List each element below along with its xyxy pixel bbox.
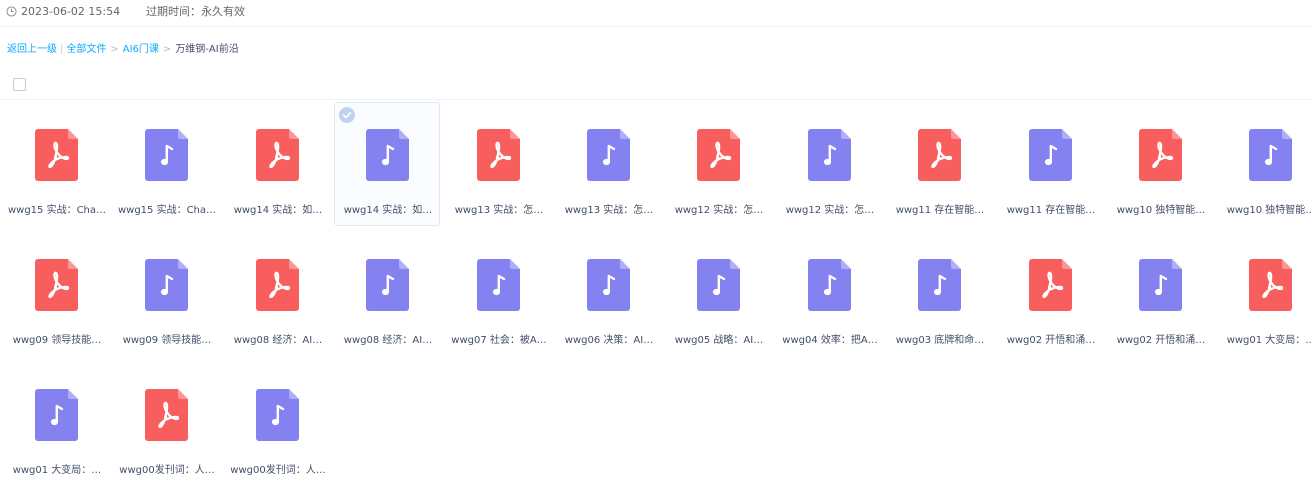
file-name: wwg13 实战：怎…: [454, 205, 544, 216]
file-item[interactable]: wwg03 底牌和命…: [886, 232, 992, 356]
file-item[interactable]: wwg00发刊词：人…: [224, 362, 330, 486]
breadcrumb-all-files[interactable]: 全部文件: [66, 44, 106, 55]
file-item[interactable]: wwg06 决策：AI…: [555, 232, 661, 356]
file-name: wwg12 实战：怎…: [674, 205, 764, 216]
file-name: wwg03 底牌和命…: [895, 335, 985, 346]
file-item[interactable]: wwg12 实战：怎…: [665, 102, 771, 226]
file-item[interactable]: wwg12 实战：怎…: [776, 102, 882, 226]
music-note-icon: [1139, 259, 1182, 311]
file-item[interactable]: wwg14 实战：如…: [334, 102, 440, 226]
pdf-icon: [697, 129, 740, 181]
file-name: wwg05 战略：AI…: [674, 335, 764, 346]
file-item[interactable]: wwg10 独特智能…: [1217, 102, 1312, 226]
breadcrumb-separator: |: [60, 44, 64, 55]
file-item[interactable]: wwg15 实战：Cha…: [113, 102, 219, 226]
file-name: wwg15 实战：Cha…: [7, 205, 107, 216]
file-item[interactable]: wwg05 战略：AI…: [665, 232, 771, 356]
music-note-icon: [808, 259, 851, 311]
file-item[interactable]: wwg13 实战：怎…: [555, 102, 661, 226]
file-item[interactable]: wwg15 实战：Cha…: [3, 102, 109, 226]
file-name: wwg09 领导技能…: [12, 335, 102, 346]
file-item[interactable]: wwg01 大变局：…: [3, 362, 109, 486]
file-name: wwg10 独特智能…: [1226, 205, 1312, 216]
file-item[interactable]: wwg00发刊词：人…: [113, 362, 219, 486]
file-name: wwg00发刊词：人…: [119, 465, 215, 476]
file-item[interactable]: wwg10 独特智能…: [1107, 102, 1213, 226]
file-item[interactable]: wwg14 实战：如…: [224, 102, 330, 226]
music-note-icon: [366, 259, 409, 311]
pdf-icon: [256, 129, 299, 181]
pdf-icon: [145, 389, 188, 441]
music-note-icon: [145, 259, 188, 311]
clock-icon: [6, 6, 17, 17]
music-note-icon: [918, 259, 961, 311]
file-name: wwg01 大变局：…: [12, 465, 102, 476]
file-name: wwg04 效率：把A…: [782, 335, 878, 346]
pdf-icon: [918, 129, 961, 181]
file-name: wwg12 实战：怎…: [785, 205, 875, 216]
pdf-icon: [1139, 129, 1182, 181]
file-item[interactable]: wwg09 领导技能…: [3, 232, 109, 356]
pdf-icon: [35, 259, 78, 311]
divider: [0, 99, 1312, 100]
file-name: wwg06 决策：AI…: [564, 335, 654, 346]
file-item[interactable]: wwg07 社会：被A…: [445, 232, 551, 356]
file-name: wwg07 社会：被A…: [451, 335, 547, 346]
pdf-icon: [35, 129, 78, 181]
music-note-icon: [808, 129, 851, 181]
file-item[interactable]: wwg04 效率：把A…: [776, 232, 882, 356]
file-item[interactable]: wwg08 经济：AI…: [334, 232, 440, 356]
breadcrumb: 返回上一级 | 全部文件 > AI6门课 > 万维钢-AI前沿: [7, 43, 239, 57]
share-info-bar: 2023-06-02 15:54 过期时间：永久有效: [0, 0, 1312, 27]
music-note-icon: [477, 259, 520, 311]
file-name: wwg11 存在智能…: [1006, 205, 1096, 216]
file-name: wwg02 开悟和涌…: [1006, 335, 1096, 346]
music-note-icon: [697, 259, 740, 311]
file-name: wwg14 实战：如…: [343, 205, 433, 216]
file-name: wwg01 大变局：…: [1226, 335, 1312, 346]
back-link[interactable]: 返回上一级: [7, 44, 57, 55]
music-note-icon: [256, 389, 299, 441]
share-date: 2023-06-02 15:54: [21, 5, 121, 18]
pdf-icon: [1249, 259, 1292, 311]
pdf-icon: [256, 259, 299, 311]
file-name: wwg09 领导技能…: [122, 335, 212, 346]
file-item[interactable]: wwg02 开悟和涌…: [997, 232, 1103, 356]
music-note-icon: [145, 129, 188, 181]
breadcrumb-separator: >: [162, 44, 172, 55]
file-name: wwg08 经济：AI…: [233, 335, 323, 346]
file-item[interactable]: wwg11 存在智能…: [886, 102, 992, 226]
file-item[interactable]: wwg09 领导技能…: [113, 232, 219, 356]
music-note-icon: [366, 129, 409, 181]
file-item[interactable]: wwg02 开悟和涌…: [1107, 232, 1213, 356]
pdf-icon: [477, 129, 520, 181]
file-name: wwg14 实战：如…: [233, 205, 323, 216]
music-note-icon: [1249, 129, 1292, 181]
file-name: wwg11 存在智能…: [895, 205, 985, 216]
file-name: wwg10 独特智能…: [1116, 205, 1206, 216]
pdf-icon: [1029, 259, 1072, 311]
select-all-checkbox[interactable]: [13, 78, 26, 91]
music-note-icon: [587, 129, 630, 181]
expire-time: 过期时间：永久有效: [146, 5, 245, 18]
file-name: wwg15 实战：Cha…: [117, 205, 217, 216]
file-item[interactable]: wwg11 存在智能…: [997, 102, 1103, 226]
file-name: wwg08 经济：AI…: [343, 335, 433, 346]
file-name: wwg02 开悟和涌…: [1116, 335, 1206, 346]
check-circle-icon[interactable]: [339, 107, 355, 123]
music-note-icon: [1029, 129, 1072, 181]
file-item[interactable]: wwg01 大变局：…: [1217, 232, 1312, 356]
file-name: wwg13 实战：怎…: [564, 205, 654, 216]
file-name: wwg00发刊词：人…: [230, 465, 326, 476]
music-note-icon: [35, 389, 78, 441]
file-item[interactable]: wwg13 实战：怎…: [445, 102, 551, 226]
breadcrumb-folder-ai6[interactable]: AI6门课: [123, 44, 159, 55]
breadcrumb-separator: >: [110, 44, 119, 55]
breadcrumb-current: 万维钢-AI前沿: [175, 44, 239, 55]
music-note-icon: [587, 259, 630, 311]
file-item[interactable]: wwg08 经济：AI…: [224, 232, 330, 356]
